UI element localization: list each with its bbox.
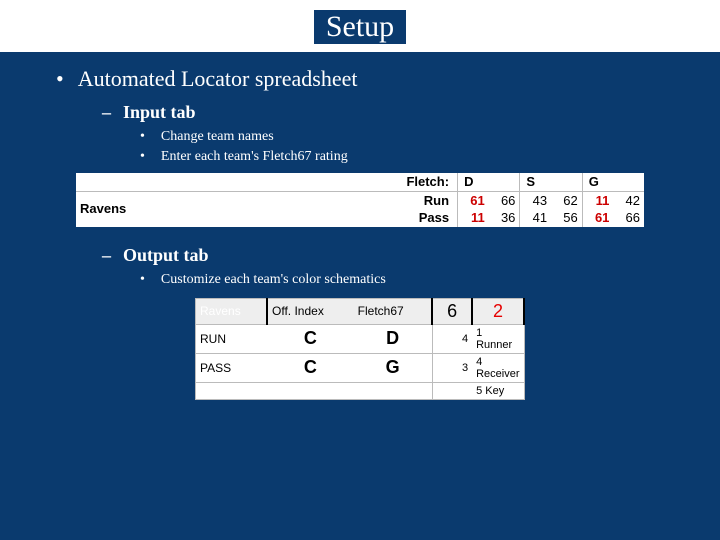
out-pass-rs: 3 [432, 353, 472, 382]
bullet-l2-input: – Input tab [40, 102, 680, 123]
bullet-dot-icon: • [56, 66, 64, 92]
group-s: S [520, 173, 582, 191]
out-row-run: RUN [196, 324, 268, 353]
bullet-dot-icon: • [140, 272, 145, 288]
group-g: G [582, 173, 644, 191]
content-area: • Automated Locator spreadsheet – Input … [0, 52, 720, 414]
bullet-l2-output: – Output tab [40, 245, 680, 266]
pass-v5: 66 [613, 209, 644, 227]
team-name: Ravens [76, 191, 383, 227]
bullet-l3-input-0: • Change team names [40, 129, 680, 145]
row-pass-label: Pass [383, 209, 458, 227]
run-v4: 11 [582, 191, 613, 209]
out-run-fletch: D [354, 324, 432, 353]
input-item-1: Enter each team's Fletch67 rating [161, 149, 348, 165]
run-v0: 61 [458, 191, 489, 209]
bullet-dot-icon: • [140, 149, 145, 165]
out-row-pass: PASS [196, 353, 268, 382]
out-foot-rs [432, 382, 472, 399]
out-hdr-off: Off. Index [267, 298, 354, 324]
out-top-right-0: 6 [432, 298, 472, 324]
pass-v4: 61 [582, 209, 613, 227]
fletch-label: Fletch: [383, 173, 458, 191]
out-run-rt: 1 Runner [472, 324, 524, 353]
dash-icon: – [102, 102, 111, 123]
output-table: Ravens Off. Index Fletch67 6 2 RUN C D 4… [195, 298, 525, 400]
group-d: D [458, 173, 520, 191]
pass-v0: 11 [458, 209, 489, 227]
out-foot-rt: 5 Key [472, 382, 524, 399]
run-v2: 43 [520, 191, 551, 209]
input-item-0: Change team names [161, 129, 274, 145]
out-run-rs: 4 [432, 324, 472, 353]
run-v5: 42 [613, 191, 644, 209]
output-item-0: Customize each team's color schematics [161, 272, 386, 288]
run-v3: 62 [551, 191, 582, 209]
out-pass-off: C [267, 353, 354, 382]
output-heading: Output tab [123, 245, 209, 266]
pass-v1: 36 [489, 209, 520, 227]
bullet-l1-text: Automated Locator spreadsheet [78, 66, 358, 92]
out-pass-rt: 4 Receiver [472, 353, 524, 382]
dash-icon: – [102, 245, 111, 266]
bullet-l3-output-0: • Customize each team's color schematics [40, 272, 680, 288]
input-heading: Input tab [123, 102, 196, 123]
out-team: Ravens [196, 298, 268, 324]
slide-title: Setup [314, 10, 406, 44]
run-v1: 66 [489, 191, 520, 209]
bullet-l3-input-1: • Enter each team's Fletch67 rating [40, 149, 680, 165]
out-hdr-fletch: Fletch67 [354, 298, 432, 324]
title-band: Setup [0, 0, 720, 52]
bullet-l1: • Automated Locator spreadsheet [40, 66, 680, 92]
pass-v2: 41 [520, 209, 551, 227]
bullet-dot-icon: • [140, 129, 145, 145]
row-run-label: Run [383, 191, 458, 209]
out-run-off: C [267, 324, 354, 353]
out-top-right-1: 2 [472, 298, 524, 324]
pass-v3: 56 [551, 209, 582, 227]
out-pass-fletch: G [354, 353, 432, 382]
input-table: Fletch: D S G Ravens Run 61 66 43 62 11 … [76, 173, 644, 227]
